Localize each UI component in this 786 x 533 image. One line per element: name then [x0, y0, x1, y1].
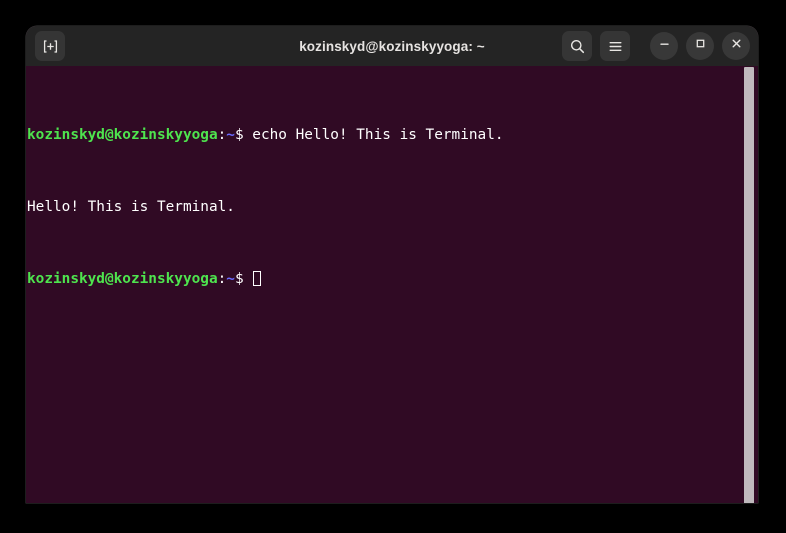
titlebar[interactable]: kozinskyd@kozinskyyoga: ~	[26, 26, 758, 66]
prompt-path: ~	[226, 127, 235, 143]
new-tab-icon	[42, 38, 59, 55]
prompt-user-host: kozinskyd@kozinskyyoga	[27, 127, 218, 143]
maximize-button[interactable]	[686, 32, 714, 60]
minimize-icon	[657, 36, 672, 56]
prompt-symbol: $	[234, 127, 253, 143]
terminal-line: kozinskyd@kozinskyyoga:~$	[27, 270, 740, 288]
search-icon	[569, 38, 586, 55]
search-button[interactable]	[562, 31, 592, 61]
output-text: Hello! This is Terminal.	[27, 199, 235, 215]
text-cursor	[253, 271, 262, 286]
maximize-icon	[693, 36, 708, 56]
window-controls	[650, 32, 750, 60]
prompt-path: ~	[226, 271, 235, 287]
prompt-user-host: kozinskyd@kozinskyyoga	[27, 271, 218, 287]
terminal-line: Hello! This is Terminal.	[27, 198, 740, 216]
prompt-separator: :	[217, 127, 227, 143]
prompt-symbol: $	[234, 271, 253, 287]
prompt-separator: :	[217, 271, 227, 287]
minimize-button[interactable]	[650, 32, 678, 60]
menu-button[interactable]	[600, 31, 630, 61]
new-tab-button[interactable]	[35, 31, 65, 61]
titlebar-actions	[562, 31, 750, 61]
command-text: echo Hello! This is Terminal.	[252, 127, 504, 143]
scrollbar-thumb[interactable]	[744, 67, 754, 503]
close-icon	[729, 36, 744, 56]
close-button[interactable]	[722, 32, 750, 60]
terminal-output[interactable]: kozinskyd@kozinskyyoga:~$ echo Hello! Th…	[26, 72, 740, 342]
scrollbar-track[interactable]	[744, 66, 754, 503]
hamburger-menu-icon	[607, 38, 624, 55]
terminal-screen[interactable]: kozinskyd@kozinskyyoga:~$ echo Hello! Th…	[26, 66, 758, 503]
terminal-line: kozinskyd@kozinskyyoga:~$ echo Hello! Th…	[27, 126, 740, 144]
terminal-window: kozinskyd@kozinskyyoga: ~ kozinskyd@kozi…	[26, 26, 758, 503]
